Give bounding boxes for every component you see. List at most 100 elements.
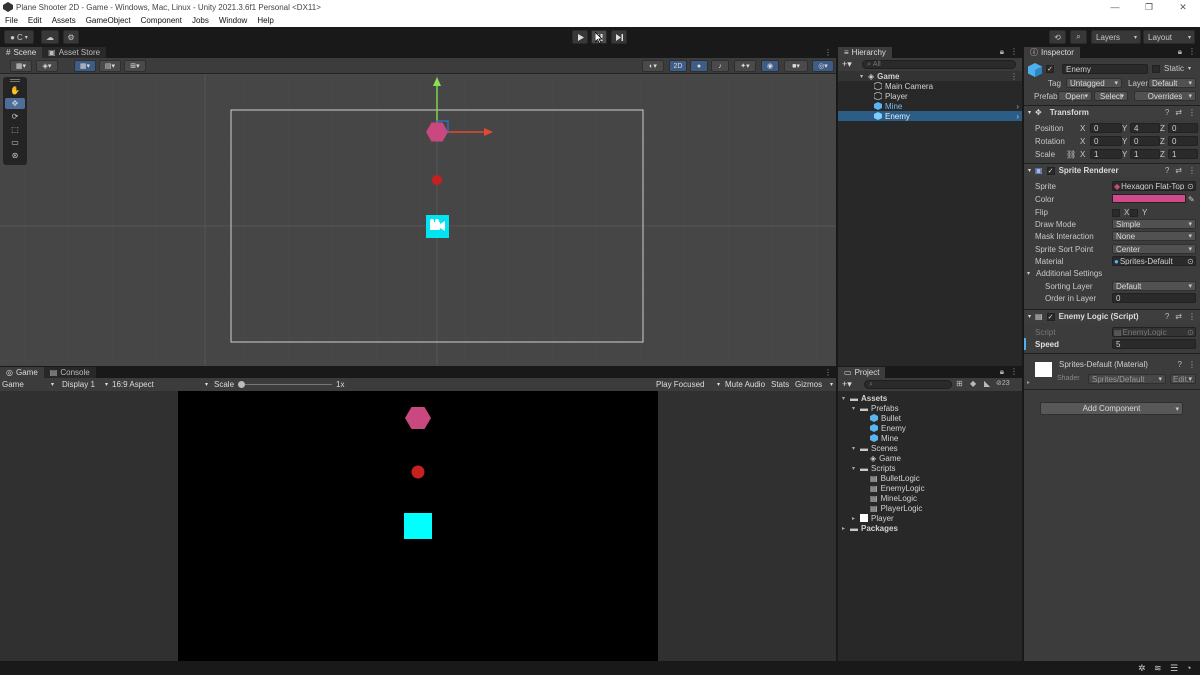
maximize-icon[interactable]: ❐ [1132,2,1166,13]
object-picker-icon[interactable]: ⊙ [1187,257,1194,266]
lighting-icon[interactable]: ● [690,60,708,72]
hierarchy-item-player[interactable]: Player [838,91,1022,101]
grid-snap-button[interactable]: ▦▾ [74,60,96,72]
tab-asset-store[interactable]: ▣ Asset Store [42,47,107,58]
account-dropdown[interactable]: ● C ▾ [4,30,34,44]
cloud-icon[interactable]: ☁ [41,30,59,44]
lock-icon[interactable]: 🔒︎ [1000,367,1004,377]
rotate-tool-icon[interactable]: ⟳ [5,111,25,122]
display-dropdown[interactable]: Display 1 ▾ [62,379,108,391]
additional-settings-foldout[interactable]: ▾ Additional Settings [1024,267,1200,279]
enemy-logic-header[interactable]: ▾ ▤ ✓ Enemy Logic (Script) ? ⇄ ⋮ [1024,309,1200,323]
stats-button[interactable]: Stats [771,379,789,391]
move-tool-icon[interactable]: ✥ [5,98,25,109]
color-swatch[interactable] [1112,194,1186,203]
gizmos-icon[interactable]: ◎▾ [812,60,834,72]
chevron-down-icon[interactable]: ▾ [852,405,855,412]
scale-y-field[interactable]: 1 [1130,149,1160,159]
scene-mine-sprite[interactable] [432,175,442,185]
transform-header[interactable]: ▾ ✥ Transform ? ⇄ ⋮ [1024,105,1200,119]
help-icon[interactable]: ? [1178,360,1182,369]
position-x-field[interactable]: 0 [1090,123,1122,133]
menu-assets[interactable]: Assets [47,16,81,25]
lock-icon[interactable]: 🔒︎ [1178,47,1182,57]
rotation-y-field[interactable]: 0 [1130,136,1160,146]
layout-dropdown[interactable]: Layout ▾ [1143,30,1195,44]
project-item-mine[interactable]: Mine [838,433,1022,443]
speed-field[interactable]: 5 [1112,339,1196,349]
rotation-z-field[interactable]: 0 [1168,136,1198,146]
active-toggle[interactable]: ✓ [1046,64,1058,73]
component-menu-icon[interactable]: ⋮ [1188,312,1196,321]
chevron-down-icon[interactable]: ▾ [852,445,855,452]
panel-menu-icon[interactable]: ⋮ [1010,367,1018,377]
project-item-minelogic[interactable]: ▤ MineLogic [838,493,1022,503]
flip-x-toggle[interactable]: X [1112,208,1129,217]
search-icon[interactable]: ⌕ [1070,30,1087,44]
static-toggle[interactable]: Static ▾ [1152,64,1191,73]
mask-dropdown[interactable]: None [1112,231,1196,241]
project-search-input[interactable]: ⌕ [864,380,952,389]
project-item-enemylogic[interactable]: ▤ EnemyLogic [838,483,1022,493]
material-field[interactable]: ● Sprites-Default [1112,256,1196,266]
menu-gameobject[interactable]: GameObject [81,16,136,25]
label-icon[interactable]: ◣ [984,379,990,388]
draw-mode-button[interactable]: ▦▾ [10,60,32,72]
play-focused-dropdown[interactable]: Play Focused ▾ [656,379,720,391]
project-item-bullet[interactable]: Bullet [838,413,1022,423]
menu-component[interactable]: Component [136,16,187,25]
chevron-right-icon[interactable]: › [1016,102,1019,111]
audio-icon[interactable]: ♪ [711,60,729,72]
project-item-player[interactable]: ▸ Player [838,513,1022,523]
scale-slider-handle[interactable] [238,380,245,388]
tab-inspector[interactable]: ⓘ Inspector [1024,47,1080,58]
scene-viewport[interactable]: ✋ ✥ ⟳ ⬚ ▭ ⊛ [0,74,836,366]
bug-icon[interactable]: ✲ [1138,663,1146,674]
eyedropper-icon[interactable]: ✎ [1188,195,1195,204]
sprite-renderer-header[interactable]: ▾ ▣ ✓ Sprite Renderer ? ⇄ ⋮ [1024,163,1200,177]
mute-audio-button[interactable]: Mute Audio [725,379,765,391]
step-button[interactable] [611,30,627,44]
scale-z-field[interactable]: 1 [1168,149,1198,159]
hierarchy-item-enemy[interactable]: Enemy › [838,111,1022,121]
sort-point-dropdown[interactable]: Center [1112,244,1196,254]
help-icon[interactable]: ? [1165,312,1169,321]
rect-tool-icon[interactable]: ▭ [5,137,25,148]
menu-jobs[interactable]: Jobs [187,16,214,25]
background-tasks-icon[interactable]: ☰ [1170,663,1178,674]
play-button[interactable] [572,30,588,44]
tab-game[interactable]: ◎ Game [0,367,44,378]
render-mode-button[interactable]: ◈▾ [36,60,58,72]
help-icon[interactable]: ? [1165,108,1169,117]
tab-console[interactable]: ▤ Console [43,367,96,378]
prefab-overrides-dropdown[interactable]: Overrides [1134,91,1196,101]
menu-file[interactable]: File [0,16,23,25]
preset-icon[interactable]: ⇄ [1175,312,1182,321]
project-item-playerlogic[interactable]: ▤ PlayerLogic [838,503,1022,513]
menu-edit[interactable]: Edit [23,16,47,25]
chevron-right-icon[interactable]: › [1016,112,1019,121]
lock-icon[interactable]: 🔒︎ [1000,47,1004,57]
component-menu-icon[interactable]: ⋮ [1188,108,1196,117]
panel-menu-icon[interactable]: ⋮ [1010,47,1018,57]
project-item-scripts[interactable]: ▾ ▬ Scripts [838,463,1022,473]
scale-x-field[interactable]: 1 [1090,149,1122,159]
grid-button[interactable]: ▤▾ [99,60,121,72]
add-component-button[interactable]: Add Component [1040,402,1183,415]
component-menu-icon[interactable]: ⋮ [1188,166,1196,175]
create-add-icon[interactable]: +▾ [842,59,852,70]
prefab-open-button[interactable]: Open [1058,91,1092,101]
panel-menu-icon[interactable]: ⋮ [824,48,832,57]
preset-icon[interactable]: ⇄ [1175,108,1182,117]
panel-menu-icon[interactable]: ⋮ [1188,47,1196,57]
gizmos-dropdown[interactable]: Gizmos ▾ [795,379,835,391]
prefab-select-button[interactable]: Select [1094,91,1128,101]
rotation-x-field[interactable]: 0 [1090,136,1122,146]
project-item-prefabs[interactable]: ▾ ▬ Prefabs [838,403,1022,413]
collab-icon[interactable]: ⚙ [63,30,79,44]
transform-tool-icon[interactable]: ⊛ [5,150,25,161]
draw-mode-dropdown[interactable]: Simple [1112,219,1196,229]
panel-menu-icon[interactable]: ⋮ [824,368,832,377]
tag-dropdown[interactable]: Untagged [1066,78,1122,88]
object-picker-icon[interactable]: ⊙ [1187,182,1194,191]
